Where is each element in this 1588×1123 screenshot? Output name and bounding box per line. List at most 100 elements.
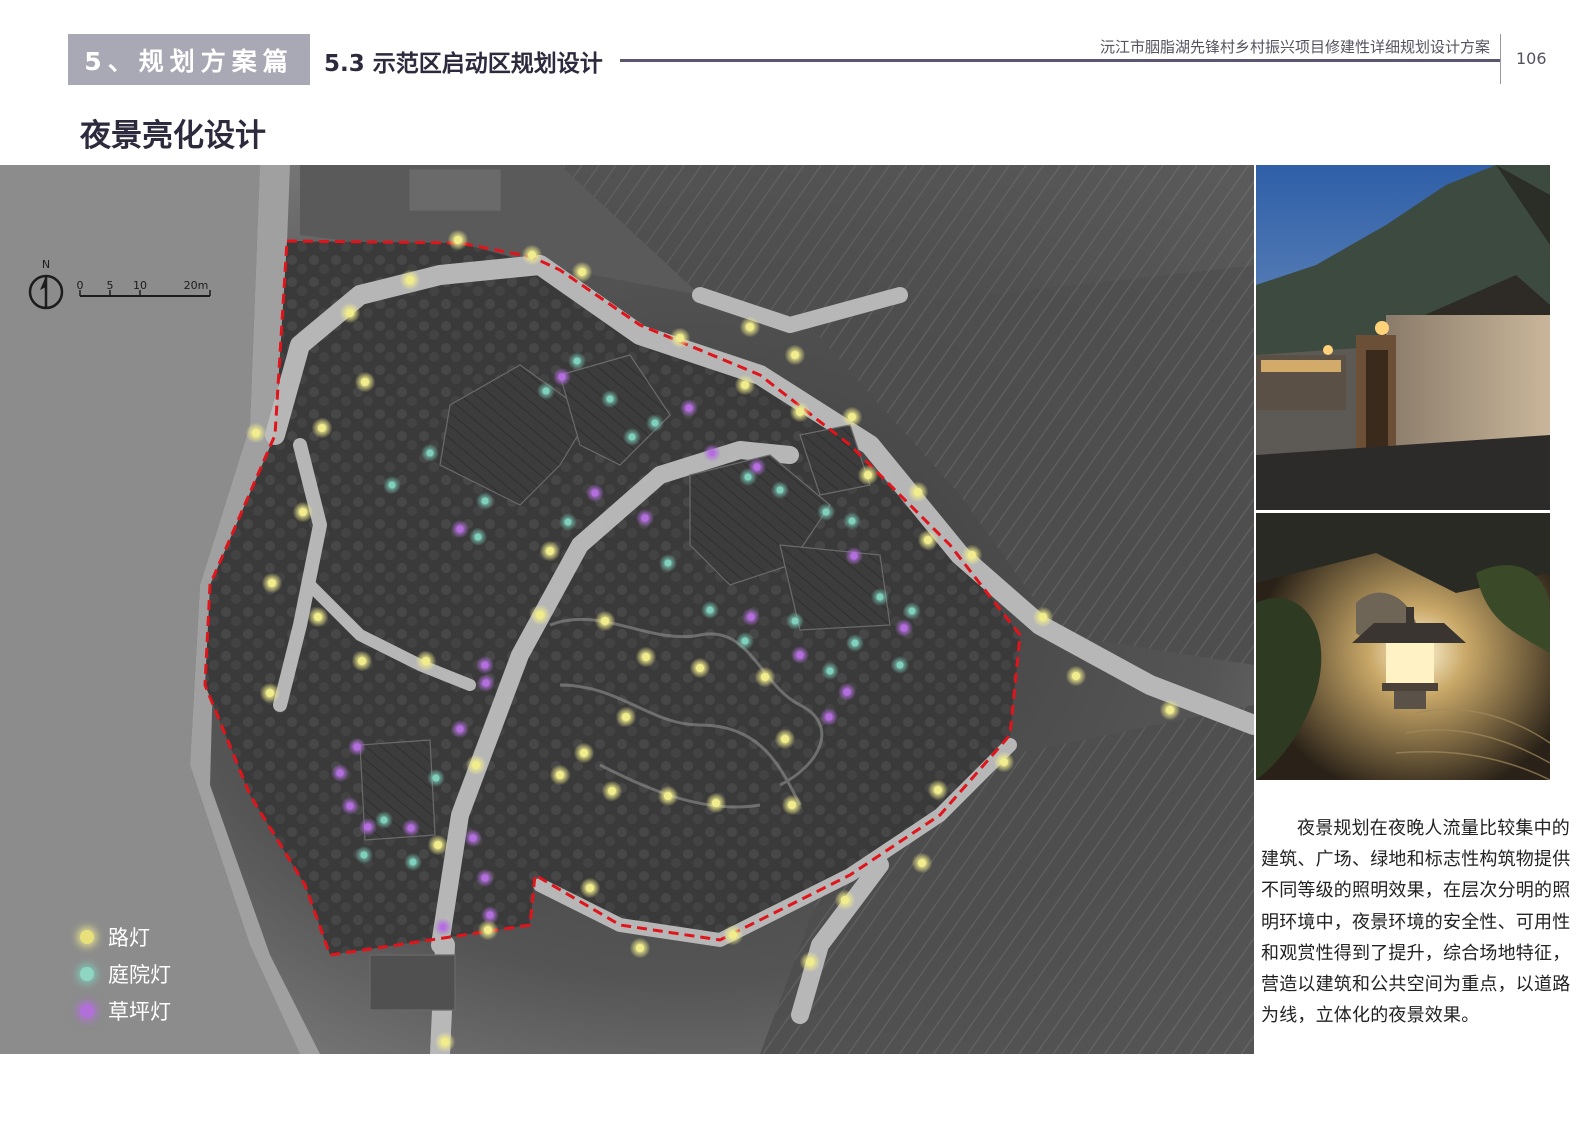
light-marker: [380, 816, 388, 824]
light-marker: [409, 858, 417, 866]
light-marker: [454, 236, 462, 244]
light-marker: [712, 799, 720, 807]
light-marker: [744, 473, 752, 481]
light-marker: [364, 823, 372, 831]
light-marker: [791, 351, 799, 359]
light-marker: [876, 593, 884, 601]
light-marker: [486, 911, 494, 919]
light-marker: [776, 486, 784, 494]
light-marker: [266, 689, 274, 697]
light-marker: [791, 617, 799, 625]
light-marker: [968, 551, 976, 559]
light-marker: [407, 824, 415, 832]
light-marker: [1039, 613, 1047, 621]
section-tab: 5、规划方案篇: [68, 34, 310, 85]
light-marker: [1166, 706, 1174, 714]
light-marker: [641, 514, 649, 522]
photo-building-night: [1256, 165, 1550, 510]
legend-label: 路灯: [108, 925, 150, 950]
project-title: 沅江市胭脂湖先锋村乡村振兴项目修建性详细规划设计方案: [1099, 38, 1490, 56]
legend-item-garden-light: 庭院灯: [72, 955, 171, 992]
light-marker: [822, 508, 830, 516]
light-marker: [622, 713, 630, 721]
light-marker: [318, 424, 326, 432]
light-marker: [636, 944, 644, 952]
header-vertical-divider: [1500, 34, 1501, 84]
light-marker: [741, 381, 749, 389]
light-marker: [825, 713, 833, 721]
page-heading: 夜景亮化设计: [80, 118, 266, 154]
light-marker: [841, 896, 849, 904]
legend-item-street-light: 路灯: [72, 918, 171, 955]
light-marker: [761, 673, 769, 681]
light-marker: [708, 449, 716, 457]
light-marker: [481, 874, 489, 882]
light-marker: [474, 533, 482, 541]
light-marker: [850, 552, 858, 560]
light-marker: [441, 1038, 449, 1046]
light-marker: [746, 323, 754, 331]
light-marker: [542, 387, 550, 395]
light-marker: [628, 433, 636, 441]
light-marker: [914, 488, 922, 496]
light-marker: [796, 651, 804, 659]
light-marker: [564, 518, 572, 526]
light-marker: [268, 579, 276, 587]
light-marker: [747, 613, 755, 621]
light-marker: [573, 357, 581, 365]
light-marker: [685, 404, 693, 412]
light-marker: [651, 419, 659, 427]
light-marker: [706, 606, 714, 614]
photo-garden-lantern: [1256, 513, 1550, 780]
light-marker: [456, 725, 464, 733]
scale-tick-label: 10: [133, 279, 147, 292]
light-marker: [826, 667, 834, 675]
light-marker: [481, 497, 489, 505]
light-marker: [556, 771, 564, 779]
light-marker: [299, 508, 307, 516]
light-marker: [388, 481, 396, 489]
scale-tick-label: 0: [77, 279, 84, 292]
light-marker: [336, 769, 344, 777]
scale-tick-label: 20m: [184, 279, 209, 292]
light-marker: [900, 624, 908, 632]
light-marker: [924, 536, 932, 544]
legend-label: 草坪灯: [108, 999, 171, 1024]
light-marker: [346, 802, 354, 810]
light-marker: [788, 801, 796, 809]
light-marker: [864, 471, 872, 479]
light-marker: [422, 657, 430, 665]
light-marker: [406, 276, 414, 284]
light-marker: [664, 559, 672, 567]
light-marker: [806, 958, 814, 966]
site-plan-map: N 0 5 10 20m 路灯 庭院灯 草坪灯: [0, 165, 1254, 1054]
light-marker: [606, 395, 614, 403]
light-marker: [843, 688, 851, 696]
light-marker: [252, 429, 260, 437]
light-marker: [851, 639, 859, 647]
street-light-icon: [80, 929, 94, 944]
light-marker: [741, 637, 749, 645]
light-marker: [796, 408, 804, 416]
north-label: N: [42, 258, 50, 271]
light-marker: [432, 774, 440, 782]
light-marker: [601, 617, 609, 625]
light-marker: [586, 884, 594, 892]
legend-item-lawn-light: 草坪灯: [72, 992, 171, 1029]
light-marker: [426, 449, 434, 457]
legend-label: 庭院灯: [108, 962, 171, 987]
lawn-light-icon: [80, 1003, 94, 1018]
light-marker: [558, 373, 566, 381]
header-divider: [620, 59, 1500, 62]
description-paragraph: 夜景规划在夜晚人流量比较集中的建筑、广场、绿地和标志性构筑物提供不同等级的照明效…: [1261, 818, 1571, 1027]
light-marker: [536, 611, 544, 619]
light-marker: [472, 761, 480, 769]
light-marker: [848, 517, 856, 525]
light-marker: [546, 547, 554, 555]
light-marker: [642, 653, 650, 661]
light-marker: [591, 489, 599, 497]
light-marker: [314, 613, 322, 621]
light-marker: [608, 787, 616, 795]
light-marker: [1000, 758, 1008, 766]
light-marker: [578, 268, 586, 276]
